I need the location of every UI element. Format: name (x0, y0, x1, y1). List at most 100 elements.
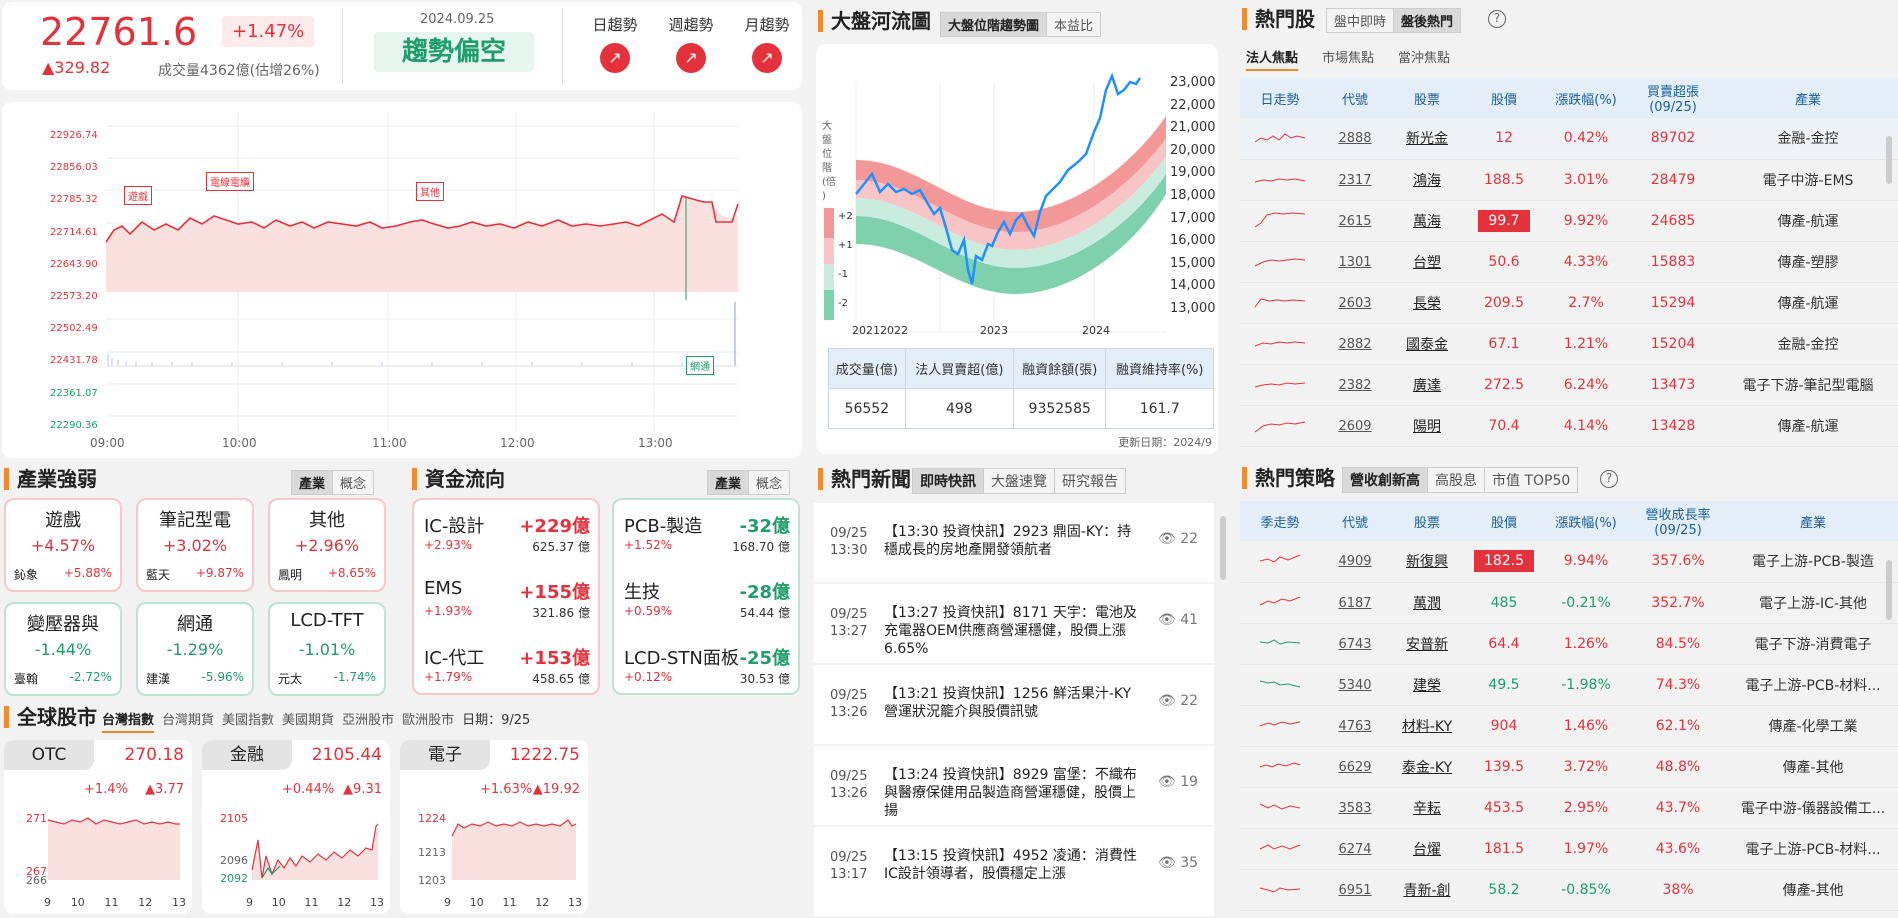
global-card-electronics[interactable]: 電子 1222.75 +1.63% ▲19.92 1224 1213 1203 … (400, 740, 588, 914)
fund-row[interactable]: IC-設計 +229億 +2.93% 625.37 億 (424, 504, 590, 568)
industry-card[interactable]: 筆記型電 +3.02% 藍天 +9.87% (136, 498, 254, 592)
table-row[interactable]: 2882 國泰金 67.1 1.21% 15204 金融-金控 (1240, 323, 1898, 365)
table-row[interactable]: 2382 廣達 272.5 6.24% 13473 電子下游-筆記型電腦 (1240, 364, 1898, 406)
news-item[interactable]: 09/25 13:26 【13:24 投資快訊】8929 富堡：不織布與醫療保健用品… (814, 746, 1214, 825)
stock-code[interactable]: 6629 (1338, 760, 1371, 775)
tab-hot-after[interactable]: 盤後熱門 (1394, 9, 1461, 32)
global-card-otc[interactable]: OTC 270.18 +1.4% ▲3.77 271 267 266 9 10 11… (4, 740, 192, 914)
stock-name[interactable]: 青新-創 (1403, 883, 1450, 899)
stock-name[interactable]: 新復興 (1406, 554, 1448, 570)
trend-day[interactable]: 日趨勢 ↗ (590, 14, 640, 73)
stock-name[interactable]: 萬潤 (1413, 596, 1441, 612)
stock-name[interactable]: 萬海 (1413, 214, 1441, 230)
stock-name[interactable]: 廣達 (1413, 378, 1441, 394)
stock-name[interactable]: 陽明 (1413, 419, 1441, 435)
tab-river-pe[interactable]: 本益比 (1047, 13, 1100, 36)
stock-code[interactable]: 5340 (1338, 678, 1371, 693)
tab-market[interactable]: 市場焦點 (1322, 47, 1374, 71)
news-item[interactable]: 09/25 13:27 【13:27 投資快訊】8171 天宇：電池及充電器OEM供… (814, 584, 1214, 663)
chart-tag[interactable]: 網通 (686, 356, 714, 375)
stock-name[interactable]: 鴻海 (1413, 173, 1441, 189)
col-header[interactable]: 買賣超張(09/25) (1628, 78, 1718, 118)
trend-week[interactable]: 週趨勢 ↗ (666, 14, 716, 73)
table-row[interactable]: 6743 安普新 64.4 1.26% 84.5% 電子下游-消費電子 (1240, 623, 1898, 665)
industry-card[interactable]: 變壓器與 -1.44% 臺翰 -2.72% (4, 602, 122, 696)
tab-industry[interactable]: 產業 (708, 471, 750, 494)
help-icon[interactable]: ? (1600, 470, 1618, 488)
news-item[interactable]: 09/25 13:30 【13:30 投資快訊】2923 鼎固-KY：持穩成長的房地… (814, 503, 1214, 582)
table-row[interactable]: 6187 萬潤 485 -0.21% 352.7% 電子上游-IC-其他 (1240, 582, 1898, 624)
tab-news-research[interactable]: 研究報告 (1055, 469, 1125, 493)
fund-row[interactable]: IC-代工 +153億 +1.79% 458.65 億 (424, 636, 590, 700)
stock-code[interactable]: 2609 (1338, 419, 1371, 434)
stock-code[interactable]: 2888 (1338, 131, 1371, 146)
fund-row[interactable]: LCD-STN面板 -25億 +0.12% 30.53 億 (624, 636, 790, 700)
table-row[interactable]: 2317 鴻海 188.5 3.01% 28479 電子中游-EMS (1240, 159, 1898, 201)
tab-river-trend[interactable]: 大盤位階趨勢圖 (941, 13, 1048, 36)
chart-tag[interactable]: 其他 (416, 182, 444, 201)
tab-us-index[interactable]: 美國指數 (222, 709, 274, 733)
stock-name[interactable]: 泰金-KY (1402, 760, 1452, 776)
table-row[interactable]: 5340 建榮 49.5 -1.98% 74.3% 電子上游-PCB-材料... (1240, 664, 1898, 706)
tab-concept[interactable]: 概念 (749, 471, 789, 494)
industry-card[interactable]: 遊戲 +4.57% 鈊象 +5.88% (4, 498, 122, 592)
stock-code[interactable]: 4909 (1338, 554, 1371, 569)
help-icon[interactable]: ? (1488, 10, 1506, 28)
stock-code[interactable]: 6743 (1338, 637, 1371, 652)
stock-code[interactable]: 2882 (1338, 337, 1371, 352)
industry-card[interactable]: 其他 +2.96% 鳳明 +8.65% (268, 498, 386, 592)
tab-news-live[interactable]: 即時快訊 (913, 469, 984, 493)
table-row[interactable]: 6629 泰金-KY 139.5 3.72% 48.8% 傳產-其他 (1240, 746, 1898, 788)
table-row[interactable]: 6274 台燿 181.5 1.97% 43.6% 電子上游-PCB-材料... (1240, 828, 1898, 870)
stock-name[interactable]: 材料-KY (1402, 719, 1452, 735)
table-row[interactable]: 4763 材料-KY 904 1.46% 62.1% 傳產-化學工業 (1240, 705, 1898, 747)
stock-code[interactable]: 2603 (1338, 296, 1371, 311)
tab-tw-index[interactable]: 台灣指數 (102, 709, 155, 733)
stock-code[interactable]: 6951 (1338, 883, 1371, 898)
stock-name[interactable]: 建榮 (1413, 678, 1441, 694)
fund-row[interactable]: PCB-製造 -32億 +1.52% 168.70 億 (624, 504, 790, 568)
table-row[interactable]: 2603 長榮 209.5 2.7% 15294 傳產-航運 (1240, 282, 1898, 324)
tab-hot-intraday[interactable]: 盤中即時 (1327, 9, 1395, 32)
stock-code[interactable]: 2317 (1338, 173, 1371, 188)
tab-news-market[interactable]: 大盤速覽 (984, 469, 1055, 493)
stock-name[interactable]: 台塑 (1413, 255, 1441, 271)
industry-card[interactable]: LCD-TFT -1.01% 元太 -1.74% (268, 602, 386, 696)
tab-industry[interactable]: 產業 (292, 471, 334, 494)
table-row[interactable]: 2888 新光金 12 0.42% 89702 金融-金控 (1240, 118, 1898, 160)
chart-tag[interactable]: 電線電纜 (206, 172, 254, 191)
stock-code[interactable]: 6274 (1338, 842, 1371, 857)
fund-row[interactable]: 生技 -28億 +0.59% 54.44 億 (624, 570, 790, 634)
news-item[interactable]: 09/25 13:17 【13:15 投資快訊】4952 凌通：消費性IC設計領導者… (814, 827, 1214, 916)
tab-institution[interactable]: 法人焦點 (1246, 47, 1299, 71)
stock-name[interactable]: 安普新 (1406, 637, 1448, 653)
global-card-finance[interactable]: 金融 2105.44 +0.44% ▲9.31 2105 2096 2092 9… (202, 740, 390, 914)
table-row[interactable]: 6951 青新-創 58.2 -0.85% 38% 傳產-其他 (1240, 869, 1898, 911)
stock-code[interactable]: 3583 (1338, 801, 1371, 816)
stock-name[interactable]: 長榮 (1413, 296, 1441, 312)
stock-code[interactable]: 2615 (1338, 214, 1371, 229)
col-header[interactable]: 營收成長率(09/25) (1628, 501, 1728, 541)
news-scrollbar[interactable] (1220, 516, 1226, 580)
tab-top50[interactable]: 市值 TOP50 (1485, 468, 1577, 492)
tab-high-dividend[interactable]: 高股息 (1428, 468, 1485, 492)
stock-code[interactable]: 4763 (1338, 719, 1371, 734)
industry-card[interactable]: 網通 -1.29% 建漢 -5.96% (136, 602, 254, 696)
hot-scrollbar[interactable] (1886, 136, 1892, 184)
stock-name[interactable]: 辛耘 (1413, 801, 1441, 817)
tab-revenue-high[interactable]: 營收創新高 (1343, 468, 1428, 492)
stock-name[interactable]: 新光金 (1406, 131, 1448, 147)
table-row[interactable]: 2609 陽明 70.4 4.14% 13428 傳產-航運 (1240, 405, 1898, 447)
stock-name[interactable]: 國泰金 (1406, 337, 1448, 353)
tab-asia[interactable]: 亞洲股市 (342, 709, 394, 733)
news-item[interactable]: 09/25 13:26 【13:21 投資快訊】1256 鮮活果汁-KY 營運狀況籠… (814, 665, 1214, 744)
table-row[interactable]: 4909 新復興 182.5 9.94% 357.6% 電子上游-PCB-製造 (1240, 541, 1898, 583)
fund-row[interactable]: EMS +155億 +1.93% 321.86 億 (424, 570, 590, 634)
table-row[interactable]: 2615 萬海 99.7 9.92% 24685 傳產-航運 (1240, 200, 1898, 242)
tab-concept[interactable]: 概念 (333, 471, 373, 494)
tab-us-futures[interactable]: 美國期貨 (282, 709, 334, 733)
stock-name[interactable]: 台燿 (1413, 842, 1441, 858)
trend-month[interactable]: 月趨勢 ↗ (742, 14, 792, 73)
stock-code[interactable]: 2382 (1338, 378, 1371, 393)
tab-europe[interactable]: 歐洲股市 (402, 709, 454, 733)
